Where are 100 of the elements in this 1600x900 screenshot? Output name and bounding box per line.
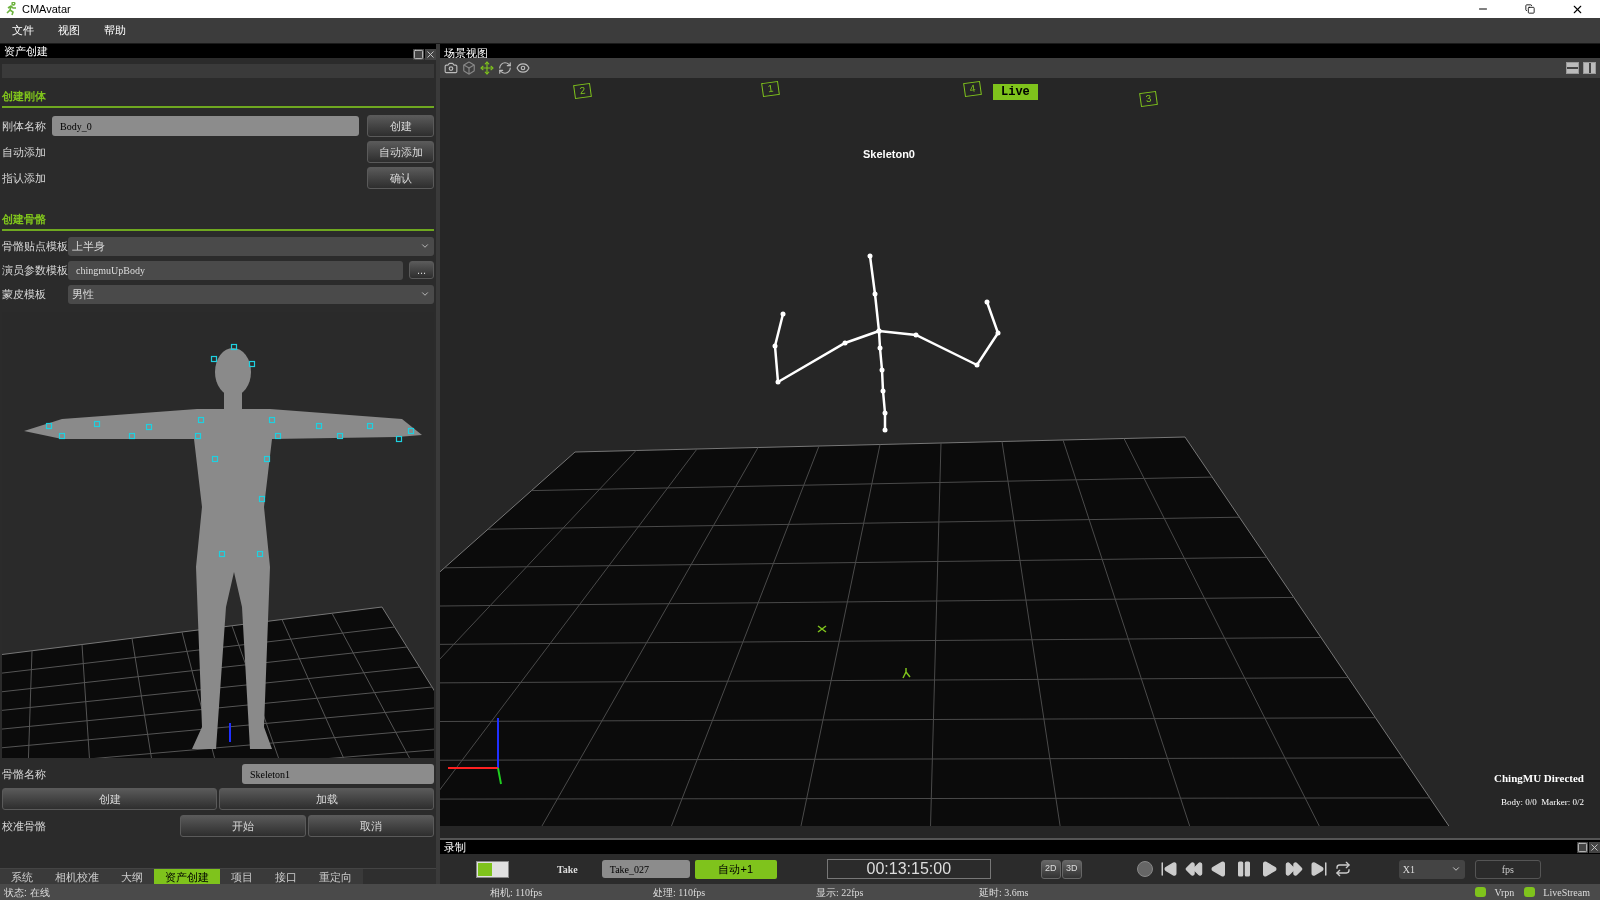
play-reverse-icon[interactable] (1209, 860, 1228, 878)
split-vertical-icon[interactable] (1583, 62, 1596, 74)
marker-point (45, 422, 53, 430)
marker-point (248, 360, 256, 368)
split-horizontal-icon[interactable] (1566, 62, 1579, 74)
axes-gizmo (447, 717, 502, 785)
marker-point (145, 423, 153, 431)
menu-item[interactable]: 帮助 (100, 22, 130, 39)
auto-increment-button[interactable]: 自动+1 (694, 859, 777, 879)
view-mode-button[interactable]: 2D (1040, 859, 1061, 879)
marker-point (274, 432, 282, 440)
field-label: 自动添加 (2, 144, 44, 160)
field-label: 指认添加 (2, 170, 44, 186)
marker-point (93, 420, 101, 428)
restore-icon[interactable] (1525, 4, 1535, 14)
template-dropdown[interactable]: 男性 (68, 284, 434, 304)
close-icon[interactable] (1589, 841, 1600, 853)
record-icon[interactable] (1136, 861, 1153, 877)
eye-icon[interactable] (516, 61, 530, 75)
cube-icon[interactable] (462, 61, 476, 75)
rewind-icon[interactable] (1184, 860, 1203, 878)
marker-point (210, 355, 218, 363)
stat-text: 显示: 22fps (816, 885, 865, 900)
template-dropdown[interactable]: 上半身 (68, 236, 434, 256)
marker-point (395, 435, 403, 443)
name-field[interactable]: Body_0 (52, 116, 359, 136)
skip-forward-icon[interactable] (1309, 860, 1328, 878)
marker-point (336, 432, 344, 440)
panel-tab[interactable]: 大纲 (110, 869, 154, 884)
marker-point (268, 416, 276, 424)
panel-tab[interactable]: 相机校准 (44, 869, 110, 884)
axis-marker (902, 667, 911, 679)
panel-tab[interactable]: 资产创建 (154, 869, 220, 884)
status-text: 状态: 在线 (3, 885, 51, 900)
marker-point (218, 550, 226, 558)
calibrate-button[interactable]: 取消 (308, 815, 434, 837)
field-label: 骨骼名称 (2, 766, 47, 782)
indicator-label: LiveStream (1543, 885, 1590, 900)
indicator-label: Vrpn (1494, 885, 1515, 900)
panel-tab[interactable]: 重定向 (308, 869, 363, 884)
caret-icon (1450, 864, 1461, 874)
camera-icon[interactable] (444, 61, 458, 75)
template-field[interactable]: chingmuUpBody (68, 260, 403, 280)
marker-point (194, 432, 202, 440)
speed-dropdown[interactable]: X1 (1398, 859, 1465, 879)
marker-point (256, 550, 264, 558)
stat-text: 相机: 110fps (490, 885, 544, 900)
view-mode-button[interactable]: 3D (1061, 859, 1082, 879)
skeleton-button[interactable]: 创建 (2, 788, 217, 810)
stat-text: 处理: 110fps (653, 885, 707, 900)
field-label: 蒙皮模板 (2, 286, 47, 302)
marker-point (315, 422, 323, 430)
browse-button[interactable]: ... (409, 261, 434, 279)
panel-tab[interactable]: 系统 (0, 869, 44, 884)
marker-point (58, 432, 66, 440)
action-button[interactable]: 创建 (367, 115, 434, 137)
counts-text: Body: 0/0 Marker: 0/2 (1501, 796, 1584, 809)
timecode-display: 00:13:15:00 (826, 859, 991, 879)
panel-tab[interactable]: 接口 (264, 869, 308, 884)
menu-item[interactable]: 视图 (54, 22, 84, 39)
action-button[interactable]: 确认 (367, 167, 434, 189)
marker-point (263, 455, 271, 463)
live-badge: Live (993, 84, 1038, 100)
cross-marker (817, 625, 827, 633)
field-label: 演员参数模板 (2, 262, 66, 278)
axis-marker (229, 722, 231, 743)
caret-icon (420, 289, 430, 299)
field-label: 校准骨骼 (2, 818, 47, 834)
marker-point (211, 455, 219, 463)
calibrate-button[interactable]: 开始 (180, 815, 306, 837)
skeleton-label: Skeleton0 (863, 147, 915, 162)
float-icon[interactable] (1577, 841, 1588, 853)
fast-forward-icon[interactable] (1284, 860, 1303, 878)
panel-title: 场景视图 (443, 47, 488, 59)
skeleton-button[interactable]: 加载 (219, 788, 434, 810)
take-field[interactable]: Take_027 (601, 860, 690, 878)
skeleton-name-field[interactable]: Skeleton1 (242, 764, 434, 784)
menu-item[interactable]: 文件 (8, 22, 38, 39)
marker-point (407, 427, 415, 435)
brand-text: ChingMU Directed (1494, 771, 1584, 786)
refresh-icon[interactable] (498, 61, 512, 75)
marker-point (128, 432, 136, 440)
marker-point (366, 422, 374, 430)
close-icon[interactable] (425, 48, 436, 60)
section-heading: 创建骨骼 (2, 212, 47, 227)
record-indicator[interactable] (476, 860, 509, 878)
float-icon[interactable] (413, 48, 424, 60)
panel-title: 资产创建 (3, 45, 48, 57)
marker-point (230, 343, 238, 351)
take-label: Take (557, 862, 578, 877)
section-heading: 创建刚体 (2, 89, 47, 104)
window-title: CMAvatar (22, 1, 71, 17)
panel-tab[interactable]: 项目 (220, 869, 264, 884)
fps-field[interactable]: fps (1474, 859, 1541, 879)
skip-back-icon[interactable] (1159, 860, 1178, 878)
panel-title: 录制 (443, 841, 466, 853)
marker-point (258, 495, 266, 503)
loop-icon[interactable] (1334, 861, 1351, 877)
action-button[interactable]: 自动添加 (367, 141, 434, 163)
move-icon[interactable] (480, 61, 494, 75)
